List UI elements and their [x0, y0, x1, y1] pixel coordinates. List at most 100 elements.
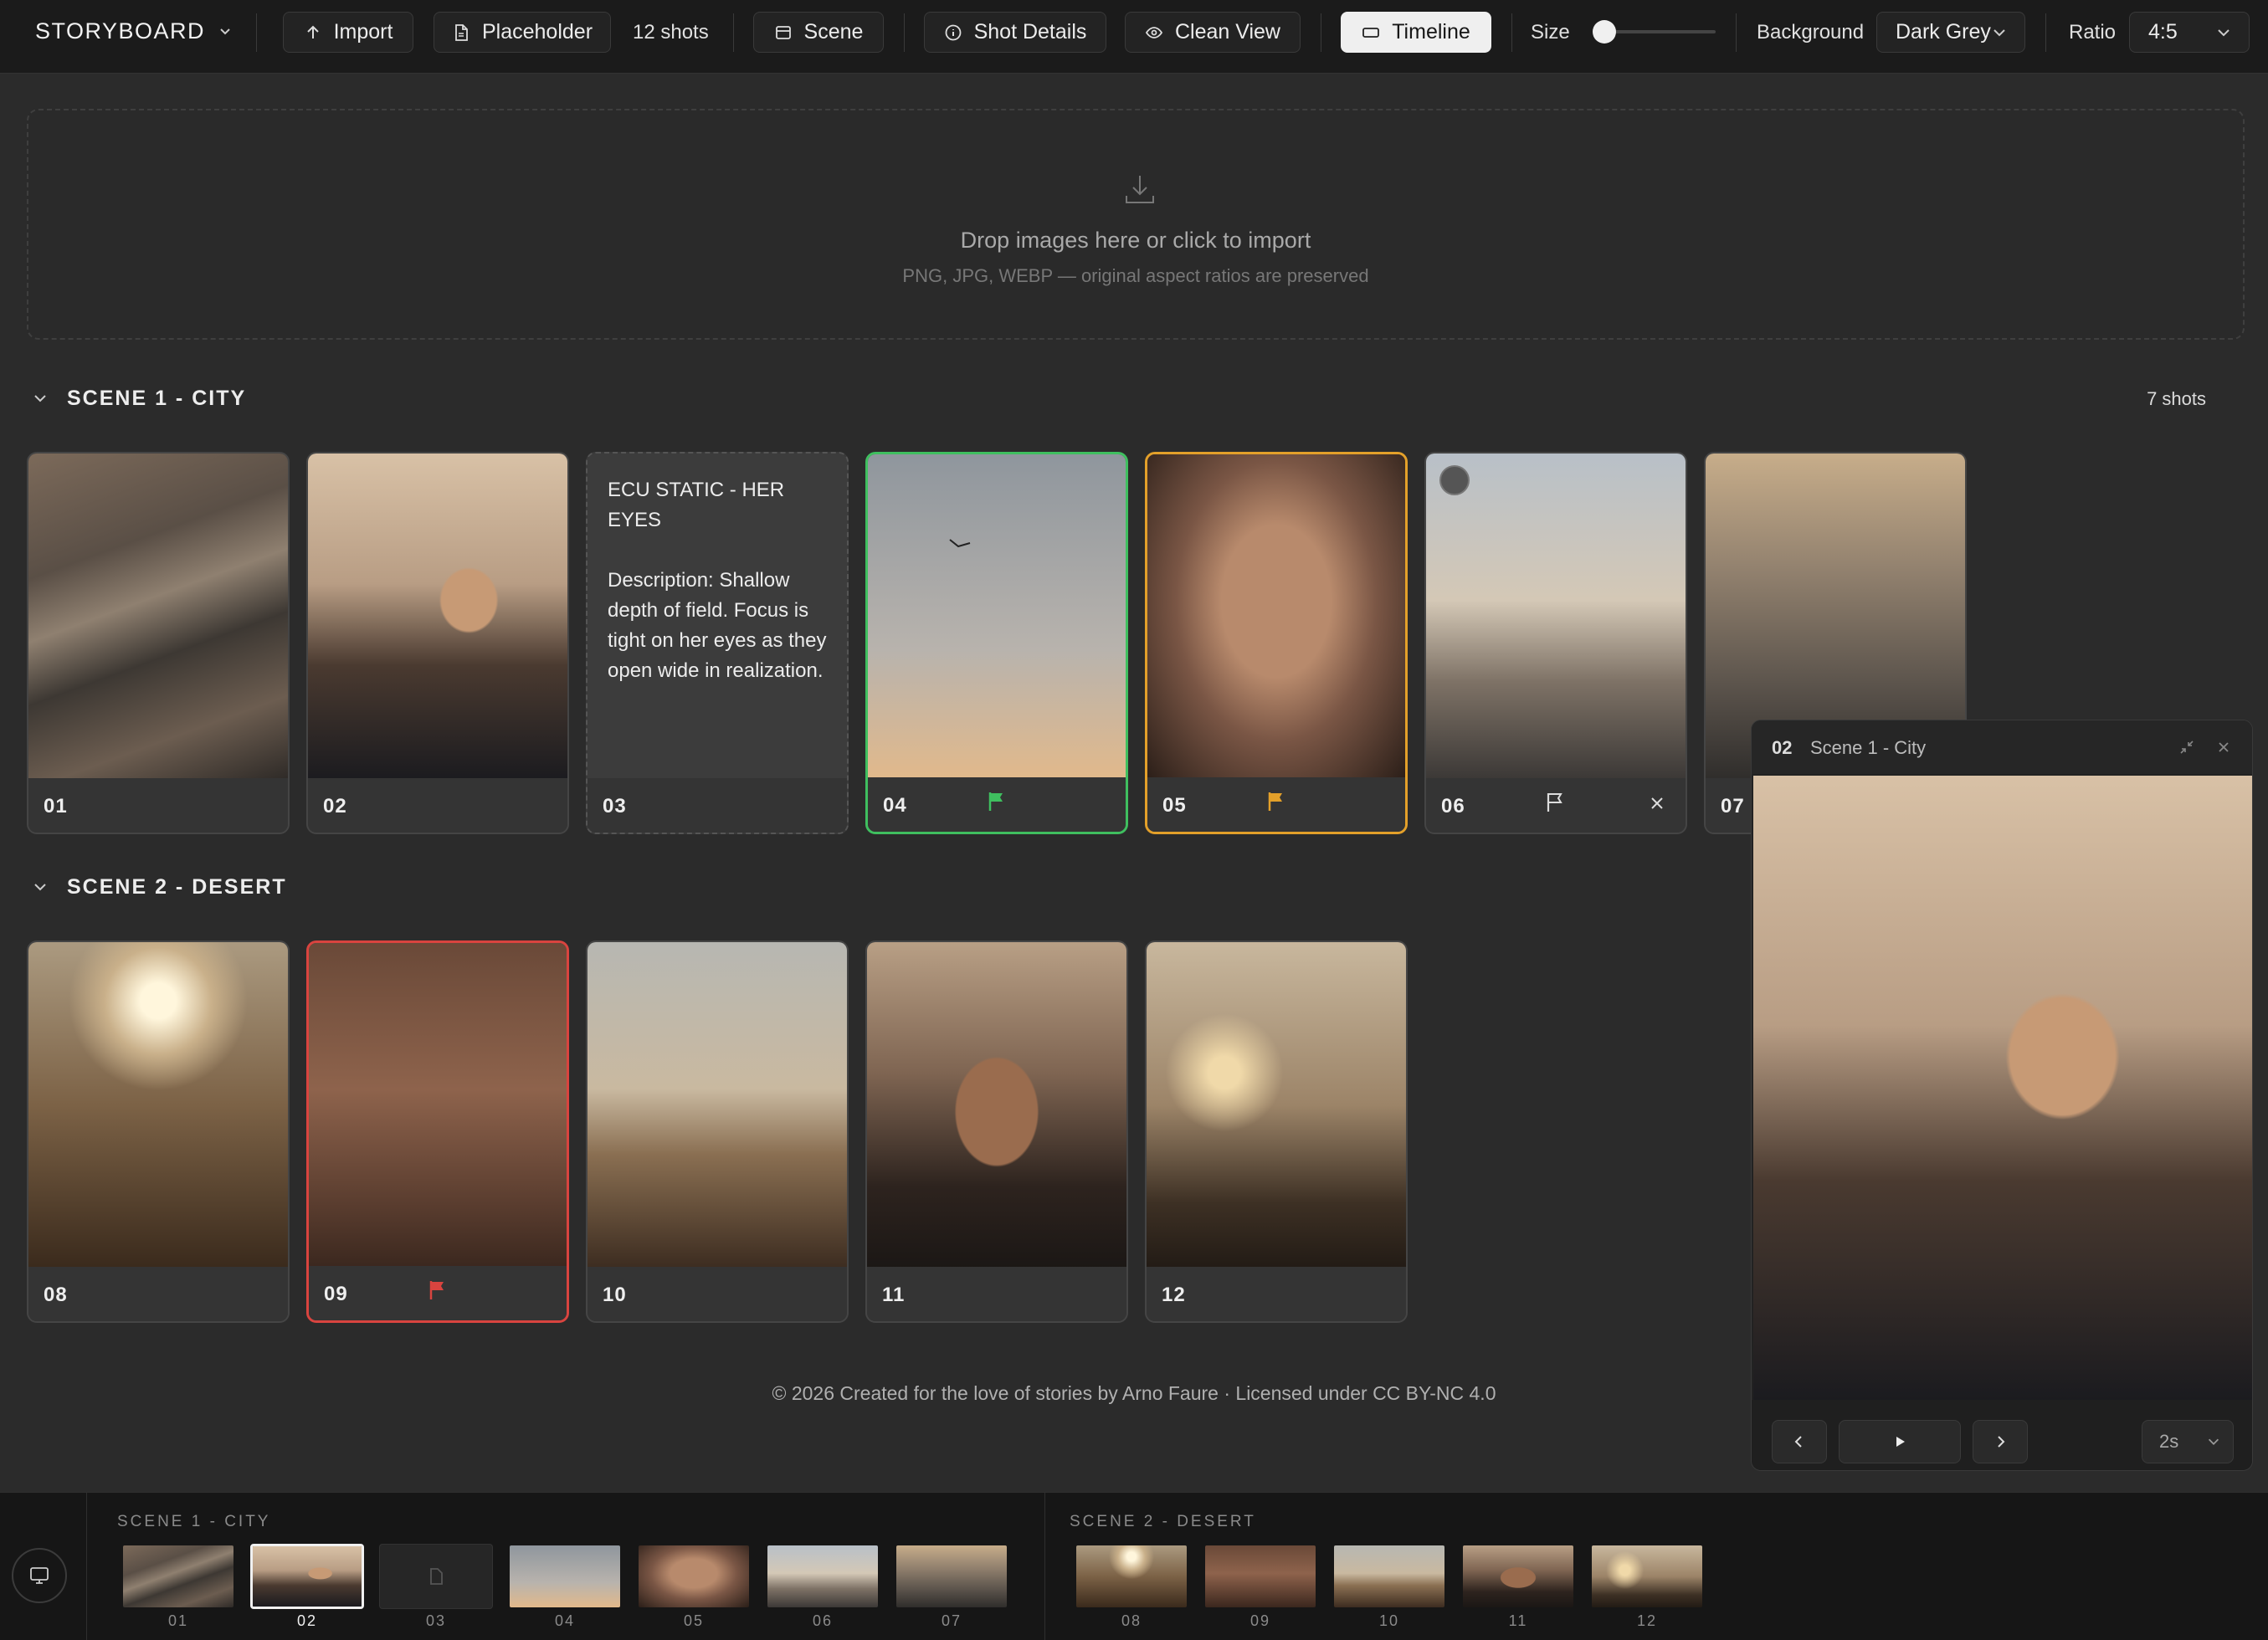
timeline-thumb-number: 11 [1508, 1612, 1528, 1629]
duration-select[interactable]: 2s [2142, 1420, 2234, 1463]
info-icon [945, 24, 961, 40]
flag-icon[interactable] [428, 1279, 448, 1301]
size-slider-handle[interactable] [1593, 20, 1616, 44]
chevron-down-icon [2208, 1438, 2219, 1445]
scene-icon [775, 25, 791, 39]
shot-image [868, 454, 1126, 781]
timeline-thumb[interactable] [1203, 1544, 1317, 1609]
scene-shot-count: 7 shots [2147, 388, 2206, 409]
timeline-thumb[interactable] [1590, 1544, 1704, 1609]
timeline-thumb[interactable] [508, 1544, 622, 1609]
timeline-thumb-placeholder[interactable] [379, 1544, 493, 1609]
collapse-icon[interactable] [2178, 739, 2195, 756]
image-drop-zone[interactable]: Drop images here or click to import PNG,… [27, 109, 2245, 340]
app-title: STORYBOARD [35, 18, 206, 44]
timeline-thumb-number: 08 [1121, 1612, 1142, 1629]
shot-card[interactable]: 08 [27, 940, 290, 1323]
shot-card[interactable]: 09 [306, 940, 569, 1323]
shot-number: 07 [1721, 795, 1745, 817]
background-select[interactable]: Dark Grey [1876, 12, 2025, 53]
flag-outline-icon[interactable] [1545, 792, 1565, 813]
chevron-right-icon [1998, 1436, 2005, 1448]
shot-number: 09 [324, 1283, 348, 1305]
flag-icon[interactable] [1266, 791, 1286, 812]
toolbar-divider [733, 13, 734, 52]
shot-card[interactable]: 02 [306, 452, 569, 834]
clean-view-label: Clean View [1174, 20, 1280, 44]
close-icon[interactable] [2215, 739, 2232, 756]
close-icon[interactable] [1649, 795, 1665, 812]
shot-image [1147, 454, 1405, 781]
toolbar-divider [1511, 13, 1512, 52]
flag-icon[interactable] [987, 791, 1007, 812]
ratio-label: Ratio [2069, 21, 2117, 44]
shot-card[interactable]: 06 [1424, 452, 1687, 834]
placeholder-button[interactable]: Placeholder [434, 12, 611, 53]
document-icon [430, 1568, 443, 1585]
storyboard-app: STORYBOARD Import Placeholder 12 shots S… [0, 0, 2268, 1640]
shots-count: 12 shots [633, 21, 709, 44]
preview-header[interactable]: 02 Scene 1 - City [1752, 720, 2252, 774]
chevron-down-icon [34, 395, 46, 402]
shot-details-button[interactable]: Shot Details [924, 12, 1106, 53]
play-button[interactable] [1839, 1420, 1961, 1463]
timeline-thumb[interactable] [121, 1544, 235, 1609]
timeline-thumb[interactable] [766, 1544, 880, 1609]
shot-card[interactable]: 10 [586, 940, 849, 1323]
shot-footer: 11 [867, 1267, 1126, 1321]
shot-number: 02 [323, 795, 347, 817]
timeline-thumb[interactable] [895, 1544, 1008, 1609]
shot-card[interactable]: 04 [865, 452, 1128, 834]
shot-card[interactable]: 12 [1145, 940, 1408, 1323]
timeline-thumb-number: 09 [1249, 1612, 1271, 1629]
chevron-down-icon [34, 884, 46, 891]
select-toggle[interactable] [1439, 465, 1470, 495]
download-icon [1126, 176, 1154, 203]
shot-footer: 01 [28, 778, 288, 833]
shot-image [309, 943, 567, 1269]
timeline-thumb-number: 06 [812, 1612, 834, 1629]
scene-header[interactable]: SCENE 1 - CITY [32, 382, 246, 415]
shot-card[interactable]: 11 [865, 940, 1128, 1323]
scene-button[interactable]: Scene [753, 12, 884, 53]
toolbar-divider [904, 13, 905, 52]
previous-button[interactable] [1772, 1420, 1827, 1463]
timeline-thumb[interactable] [1332, 1544, 1446, 1609]
shot-footer: 04 [868, 777, 1126, 832]
timeline-thumb[interactable] [1075, 1544, 1188, 1609]
preview-controls: 2s [1752, 1400, 2252, 1470]
shot-image [28, 942, 288, 1268]
presentation-button[interactable] [12, 1548, 67, 1603]
placeholder-card[interactable]: ECU STATIC - HER EYES Description: Shall… [586, 452, 849, 834]
app-menu[interactable]: STORYBOARD [35, 17, 232, 45]
shot-card[interactable]: 05 [1145, 452, 1408, 834]
shot-footer: 05 [1147, 777, 1405, 832]
next-button[interactable] [1973, 1420, 2028, 1463]
placeholder-label: Placeholder [481, 20, 593, 44]
shot-number: 03 [603, 795, 627, 817]
preview-shot-number: 02 [1772, 737, 1793, 758]
shot-image [867, 942, 1126, 1268]
shot-preview-panel: 02 Scene 1 - City 2s [1751, 720, 2253, 1471]
timeline-thumb-selected[interactable] [250, 1544, 364, 1609]
monitor-icon [30, 1567, 49, 1584]
placeholder-title: ECU STATIC - HER EYES [608, 479, 785, 531]
import-button[interactable]: Import [283, 12, 413, 53]
ratio-select[interactable]: 4:5 [2129, 12, 2250, 53]
drop-zone-title: Drop images here or click to import [960, 228, 1311, 253]
timeline-thumb[interactable] [1461, 1544, 1575, 1609]
eye-icon [1145, 26, 1163, 38]
shot-image [588, 942, 847, 1268]
toolbar-divider [256, 13, 257, 52]
shot-card[interactable]: 01 [27, 452, 290, 834]
timeline-thumb[interactable] [637, 1544, 751, 1609]
shot-number: 01 [44, 795, 68, 817]
clean-view-button[interactable]: Clean View [1125, 12, 1301, 53]
background-value: Dark Grey [1896, 20, 1991, 44]
shot-footer: 08 [28, 1267, 288, 1321]
timeline-thumb-number: 10 [1378, 1612, 1400, 1629]
scene-header[interactable]: SCENE 2 - DESERT [32, 870, 287, 904]
timeline-button[interactable]: Timeline [1341, 12, 1491, 53]
shot-image [1147, 942, 1406, 1268]
shot-footer: 06 [1426, 778, 1686, 833]
